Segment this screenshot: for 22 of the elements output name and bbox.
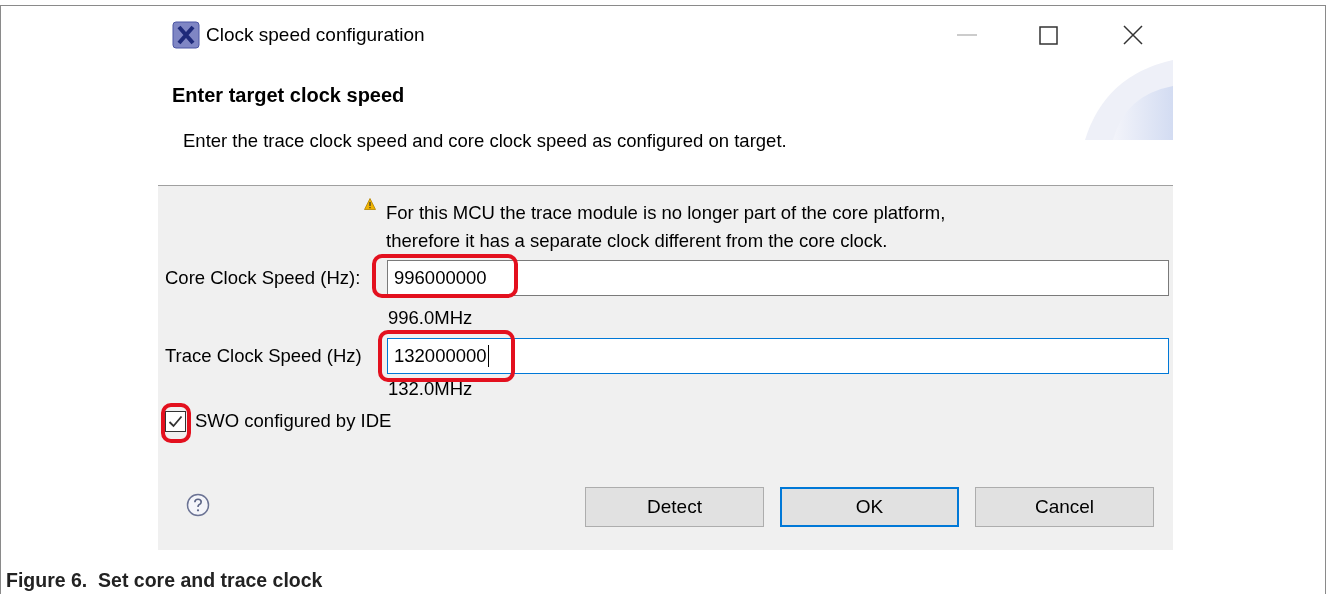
figure-caption: Figure 6. Set core and trace clock — [6, 569, 323, 592]
input-field[interactable]: 132000000 — [387, 338, 1169, 374]
dialog-button[interactable]: OK — [780, 487, 959, 527]
field-label: Trace Clock Speed (Hz) — [165, 345, 363, 367]
window-title: Clock speed configuration — [206, 24, 425, 46]
check-mark-icon — [168, 414, 183, 428]
page-description: Enter the trace clock speed and core clock speed as configured on target. — [183, 130, 787, 152]
page-heading: Enter target clock speed — [172, 84, 405, 107]
dialog-button[interactable]: Detect — [585, 487, 764, 527]
dialog-button[interactable]: Cancel — [975, 487, 1154, 527]
input-field[interactable]: 996000000 — [387, 260, 1169, 296]
warning-message: For this MCU the trace module is no longer part of the core platform, therefore it has a separate clock different from the core clock. — [386, 201, 946, 253]
app-logo-icon — [172, 21, 200, 49]
maximize-icon[interactable] — [1039, 25, 1058, 45]
field-label: Core Clock Speed (Hz): — [165, 267, 362, 289]
warning-icon — [364, 198, 376, 210]
frequency-readout: 132.0MHz — [387, 377, 474, 400]
checkbox-label: SWO configured by IDE — [195, 410, 392, 432]
frequency-readout: 996.0MHz — [387, 306, 474, 330]
help-icon[interactable] — [186, 493, 210, 517]
close-icon[interactable] — [1123, 25, 1143, 45]
checkbox[interactable] — [165, 410, 186, 432]
